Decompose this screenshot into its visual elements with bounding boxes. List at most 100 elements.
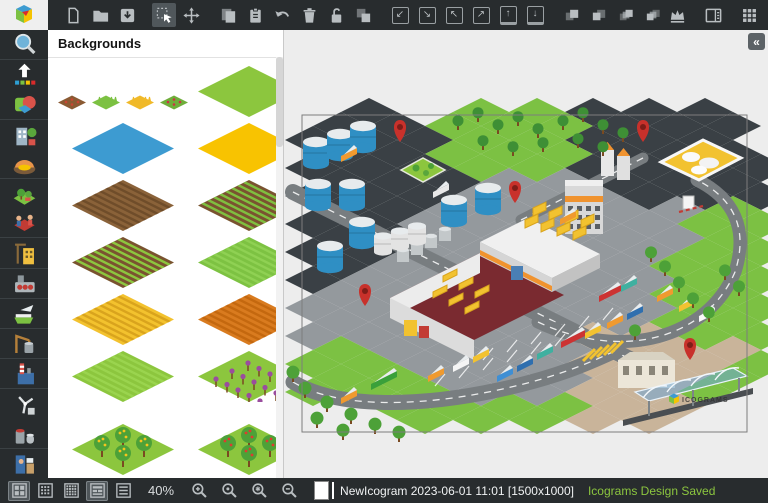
factory-icon — [11, 360, 38, 387]
status-bar: 40% NewIcogram 2023-06-01 11:01 [1500x10… — [0, 478, 768, 503]
tile-autumn-field[interactable] — [198, 294, 284, 345]
tile-wheat-patch[interactable] — [124, 83, 156, 111]
tile-orchard-red[interactable] — [198, 408, 284, 475]
tile-item-orchard-yellow[interactable] — [72, 408, 174, 475]
design-artwork[interactable]: ICOGRAMS — [283, 30, 768, 478]
copy-button[interactable] — [216, 3, 240, 27]
app-logo[interactable] — [0, 0, 48, 30]
undo-button[interactable] — [270, 3, 294, 27]
sidebar-item-backgrounds-upload[interactable] — [0, 59, 48, 89]
move-tool-button[interactable] — [179, 3, 203, 27]
tile-item-grass-plain[interactable] — [198, 66, 284, 117]
tile-flower-patch[interactable] — [158, 83, 190, 111]
thumbs-large-icon — [10, 481, 29, 500]
sidebar-item-construction[interactable] — [0, 237, 48, 267]
sidebar-item-park-nature[interactable] — [0, 178, 48, 208]
tile-grass-patch[interactable] — [90, 83, 122, 111]
tile-item-orchard-red[interactable] — [198, 408, 284, 475]
list-view-button[interactable] — [112, 481, 134, 501]
sidebar-item-search[interactable] — [0, 30, 48, 59]
tile-grass-plain[interactable] — [198, 66, 284, 117]
grid-rows-button[interactable] — [86, 481, 108, 501]
sidebar-item-factory[interactable] — [0, 358, 48, 388]
tile-orchard-yellow[interactable] — [72, 408, 174, 475]
tile-sand[interactable] — [198, 123, 284, 174]
zoom-in-button[interactable] — [188, 481, 210, 501]
move-row-up-button[interactable]: ↑ — [496, 3, 520, 27]
group-button[interactable] — [351, 3, 375, 27]
bring-to-front-button[interactable] — [614, 3, 638, 27]
tile-item-vineyard[interactable] — [198, 351, 284, 402]
tile-item-water[interactable] — [72, 123, 174, 174]
tile-vineyard[interactable] — [198, 351, 284, 402]
panel-scrollbar-thumb[interactable] — [276, 57, 283, 147]
delete-button[interactable] — [297, 3, 321, 27]
tile-grass-field[interactable] — [198, 237, 284, 288]
sidebar-item-transport[interactable] — [0, 298, 48, 328]
zoom-fit-button[interactable] — [248, 481, 270, 501]
send-to-back-button[interactable] — [641, 3, 665, 27]
tile-item-seedling-field[interactable] — [72, 237, 174, 288]
align-bottom-left-button[interactable]: ↙ — [388, 3, 412, 27]
apps-grid-button[interactable] — [737, 3, 761, 27]
tile-item-sand[interactable] — [198, 123, 284, 174]
tile-item-plowed-field[interactable] — [72, 180, 174, 231]
move-tool-icon — [182, 6, 201, 25]
zoom-100-button[interactable] — [218, 481, 240, 501]
zoom-in-icon — [190, 481, 209, 500]
tile-item-crop-rows-field[interactable] — [198, 180, 284, 231]
grid-dense-button[interactable] — [60, 481, 82, 501]
send-backward-button[interactable] — [587, 3, 611, 27]
open-design-button[interactable] — [88, 3, 112, 27]
move-row-down-button[interactable]: ↓ — [523, 3, 547, 27]
collapse-panel-button[interactable]: « — [748, 33, 765, 50]
select-tool-button[interactable] — [152, 3, 176, 27]
tile-crop-patch[interactable] — [56, 83, 88, 111]
tile-wheat-field[interactable] — [72, 294, 174, 345]
align-top-right-button[interactable]: ↗ — [469, 3, 493, 27]
grid-rows-icon — [88, 481, 107, 500]
park-nature-icon — [11, 180, 38, 207]
templates-panel-button[interactable] — [701, 3, 725, 27]
tile-item-wheat-field[interactable] — [72, 294, 174, 345]
tile-meadow-field[interactable] — [72, 351, 174, 402]
sidebar-item-basic-shapes[interactable] — [0, 89, 48, 118]
zoom-out-button[interactable] — [278, 481, 300, 501]
category-sidebar — [0, 30, 48, 478]
align-top-left-button[interactable]: ↖ — [442, 3, 466, 27]
tile-item-autumn-field[interactable] — [198, 294, 284, 345]
document-title: NewIcogram 2023-06-01 11:01 [1500x1000] — [340, 484, 574, 498]
tile-water[interactable] — [72, 123, 174, 174]
sidebar-item-tanks-industry[interactable] — [0, 419, 48, 448]
thumbs-large-button[interactable] — [8, 481, 30, 501]
tile-item-meadow-field[interactable] — [72, 351, 174, 402]
toolbar-group — [61, 3, 139, 27]
unlock-button[interactable] — [324, 3, 348, 27]
sidebar-item-city-buildings[interactable] — [0, 119, 48, 149]
premium-crown-button[interactable] — [665, 3, 689, 27]
sidebar-item-energy[interactable] — [0, 388, 48, 418]
tile-plowed-field[interactable] — [72, 180, 174, 231]
bring-forward-button[interactable] — [560, 3, 584, 27]
sidebar-item-port-crane[interactable] — [0, 328, 48, 358]
canvas[interactable]: ICOGRAMS « — [283, 30, 768, 478]
tile-seedling-field[interactable] — [72, 237, 174, 288]
tile-item-small-patches[interactable] — [56, 83, 190, 117]
panel-scrollbar[interactable] — [276, 57, 283, 478]
page-color-swatch[interactable] — [314, 481, 329, 500]
sidebar-item-industry-machines[interactable] — [0, 268, 48, 298]
sidebar-item-sport-stadium[interactable] — [0, 149, 48, 178]
thumbs-small-button[interactable] — [34, 481, 56, 501]
align-bottom-right-button[interactable]: ↘ — [415, 3, 439, 27]
industry-machines-icon — [11, 270, 38, 297]
tile-item-grass-field[interactable] — [198, 237, 284, 288]
construction-icon — [11, 240, 38, 267]
sidebar-item-interior-office[interactable] — [0, 448, 48, 478]
sidebar-item-market-people[interactable] — [0, 208, 48, 237]
tile-crop-rows-field[interactable] — [198, 180, 284, 231]
new-document-button[interactable] — [61, 3, 85, 27]
import-design-button[interactable] — [115, 3, 139, 27]
city-buildings-icon — [11, 121, 38, 148]
toolbar-group — [152, 3, 203, 27]
paste-button[interactable] — [243, 3, 267, 27]
